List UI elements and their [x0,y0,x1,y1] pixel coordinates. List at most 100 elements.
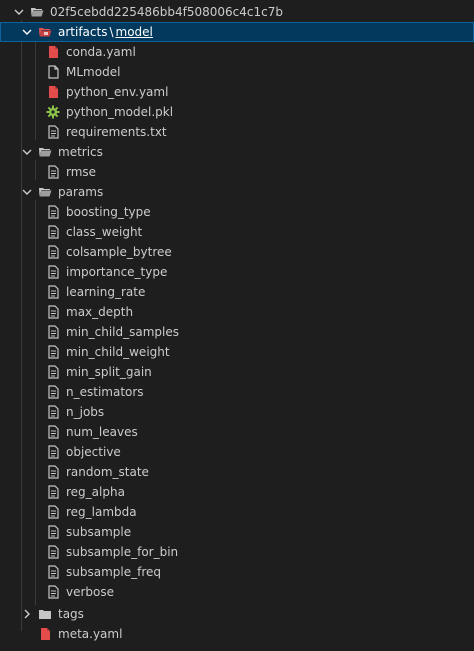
file-text-icon [46,485,60,499]
tree-file-requirements-txt[interactable]: requirements.txt [0,122,474,142]
file-text-icon [46,385,60,399]
file-label: requirements.txt [66,125,167,139]
file-explorer-tree: 02f5cebdd225486bb4f508006c4c1c7b artifac… [0,0,474,651]
file-label: subsample [66,525,132,539]
folder-icon [38,607,52,621]
file-text-icon [46,345,60,359]
tree-file-param[interactable]: min_split_gain [0,362,474,382]
file-yaml-icon [38,627,52,641]
path-separator: \ [109,25,114,39]
file-text-icon [46,445,60,459]
folder-label-params: params [58,185,104,199]
file-label: python_model.pkl [66,105,174,119]
file-text-icon [46,365,60,379]
file-text-icon [46,305,60,319]
tree-folder-params[interactable]: params [0,182,474,202]
tree-file-param[interactable]: objective [0,442,474,462]
tree-folder-root[interactable]: 02f5cebdd225486bb4f508006c4c1c7b [0,2,474,22]
tree-file-param[interactable]: colsample_bytree [0,242,474,262]
file-label: n_estimators [66,385,144,399]
file-label: MLmodel [66,65,121,79]
gear-icon [46,105,60,119]
tree-file-param[interactable]: boosting_type [0,202,474,222]
file-text-icon [46,525,60,539]
file-text-icon [46,325,60,339]
file-text-icon [46,585,60,599]
file-label: importance_type [66,265,168,279]
tree-file-param[interactable]: n_jobs [0,402,474,422]
chevron-down-icon[interactable] [14,7,24,17]
chevron-down-icon[interactable] [22,27,32,37]
tree-file-param[interactable]: n_estimators [0,382,474,402]
file-label: meta.yaml [58,627,123,641]
file-label: subsample_freq [66,565,161,579]
tree-file-param[interactable]: min_child_samples [0,322,474,342]
file-text-icon [46,205,60,219]
tree-file-conda-yaml[interactable]: conda.yaml [0,42,474,62]
tree-file-param[interactable]: min_child_weight [0,342,474,362]
file-label: verbose [66,585,115,599]
file-label: class_weight [66,225,143,239]
file-label: reg_lambda [66,505,137,519]
tree-file-param[interactable]: subsample [0,522,474,542]
file-label: objective [66,445,121,459]
tree-folder-metrics[interactable]: metrics [0,142,474,162]
file-label: colsample_bytree [66,245,172,259]
tree-file-param[interactable]: importance_type [0,262,474,282]
folder-open-icon [30,5,44,19]
tree-file-param[interactable]: num_leaves [0,422,474,442]
file-label: reg_alpha [66,485,125,499]
folder-open-icon [38,185,52,199]
file-text-icon [46,125,60,139]
file-label: random_state [66,465,149,479]
tree-file-param[interactable]: max_depth [0,302,474,322]
tree-file-meta-yaml[interactable]: meta.yaml [0,624,474,644]
file-label: boosting_type [66,205,151,219]
chevron-down-icon[interactable] [22,187,32,197]
file-text-icon [46,565,60,579]
tree-file-param[interactable]: subsample_freq [0,562,474,582]
file-icon [46,65,60,79]
file-yaml-icon [46,45,60,59]
file-text-icon [46,545,60,559]
file-label: min_split_gain [66,365,152,379]
file-yaml-icon [46,85,60,99]
file-text-icon [46,285,60,299]
folder-label-model: model [115,25,153,39]
file-label: rmse [66,165,97,179]
chevron-down-icon[interactable] [22,147,32,157]
file-text-icon [46,425,60,439]
file-label: python_env.yaml [66,85,169,99]
tree-file-rmse[interactable]: rmse [0,162,474,182]
file-label: min_child_samples [66,325,179,339]
folder-open-icon [38,25,52,39]
file-label: subsample_for_bin [66,545,179,559]
file-label: n_jobs [66,405,105,419]
file-label: learning_rate [66,285,146,299]
tree-file-python-env-yaml[interactable]: python_env.yaml [0,82,474,102]
folder-label-tags: tags [58,607,84,621]
file-text-icon [46,245,60,259]
file-text-icon [46,225,60,239]
tree-file-param[interactable]: reg_lambda [0,502,474,522]
tree-file-param[interactable]: random_state [0,462,474,482]
tree-file-param[interactable]: class_weight [0,222,474,242]
folder-open-icon [38,145,52,159]
file-label: num_leaves [66,425,138,439]
file-text-icon [46,165,60,179]
tree-file-param[interactable]: learning_rate [0,282,474,302]
tree-folder-artifacts-model[interactable]: artifacts \ model [0,22,474,42]
tree-folder-tags[interactable]: tags [0,604,474,624]
root-folder-label: 02f5cebdd225486bb4f508006c4c1c7b [50,5,283,19]
chevron-right-icon[interactable] [22,609,32,619]
tree-file-param[interactable]: subsample_for_bin [0,542,474,562]
file-text-icon [46,405,60,419]
file-text-icon [46,465,60,479]
tree-file-mlmodel[interactable]: MLmodel [0,62,474,82]
tree-file-param[interactable]: reg_alpha [0,482,474,502]
file-label: min_child_weight [66,345,170,359]
file-text-icon [46,265,60,279]
tree-file-param[interactable]: verbose [0,582,474,602]
tree-file-python-model-pkl[interactable]: python_model.pkl [0,102,474,122]
folder-label-artifacts: artifacts [58,25,108,39]
